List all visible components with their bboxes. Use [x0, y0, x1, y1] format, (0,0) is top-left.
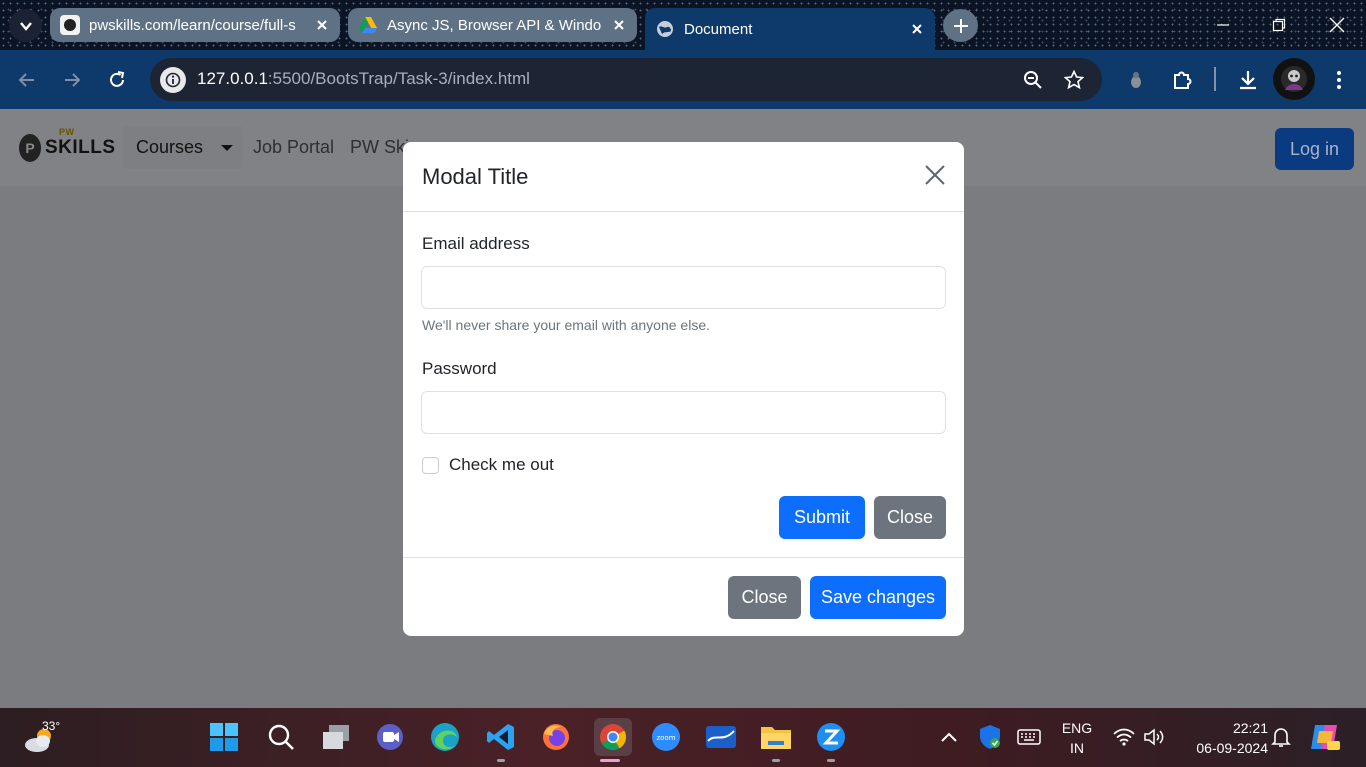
windows-start-icon[interactable]	[207, 720, 241, 754]
close-tab-icon[interactable]	[611, 17, 627, 33]
close-icon	[1329, 17, 1345, 33]
copilot-icon[interactable]	[1308, 720, 1342, 754]
extensions-puzzle-icon[interactable]	[1167, 65, 1197, 95]
edge-browser-icon[interactable]	[428, 720, 462, 754]
tab-search-button[interactable]	[9, 9, 42, 42]
search-icon[interactable]	[264, 720, 298, 754]
modal-footer-divider	[403, 557, 964, 558]
notification-bell-icon[interactable]	[1264, 720, 1298, 754]
modal-close-button[interactable]	[924, 164, 948, 188]
modal-header: Modal Title	[403, 142, 964, 212]
browser-tab-pwskills[interactable]: pwskills.com/learn/course/full-s	[50, 8, 340, 42]
toolbar-separator	[1214, 67, 1216, 91]
tab-title: pwskills.com/learn/course/full-s	[89, 16, 296, 34]
check-me-out-checkbox[interactable]	[422, 457, 439, 474]
reload-icon	[110, 71, 125, 87]
zoom-app-icon[interactable]: zoom	[649, 720, 683, 754]
more-vertical-icon	[1337, 71, 1341, 89]
close-window-button[interactable]	[1325, 13, 1349, 37]
form-close-button[interactable]: Close	[874, 496, 946, 539]
running-indicator	[497, 759, 505, 762]
site-info-icon[interactable]	[160, 67, 186, 93]
volume-icon[interactable]	[1137, 720, 1171, 754]
restore-window-button[interactable]	[1267, 13, 1291, 37]
zoom-icon[interactable]	[1021, 68, 1045, 92]
mail-icon[interactable]	[704, 720, 738, 754]
weather-temperature: 33°	[42, 719, 61, 733]
browser-tab-async-js[interactable]: Async JS, Browser API & Windo	[348, 8, 637, 42]
email-input[interactable]	[421, 266, 946, 309]
downloads-icon[interactable]	[1233, 65, 1263, 95]
browser-menu-button[interactable]	[1324, 65, 1354, 95]
running-indicator	[772, 759, 780, 762]
new-tab-button[interactable]	[943, 9, 978, 42]
browser-tab-strip: pwskills.com/learn/course/full-s Async J…	[0, 0, 1366, 50]
submit-button[interactable]: Submit	[779, 496, 865, 539]
password-input[interactable]	[421, 391, 946, 434]
running-indicator	[827, 759, 835, 762]
extension-icon[interactable]	[1121, 65, 1151, 95]
reload-button[interactable]	[102, 65, 132, 95]
chrome-icon[interactable]	[594, 718, 632, 756]
check-me-out-label[interactable]: Check me out	[449, 455, 554, 475]
firefox-icon[interactable]	[539, 720, 573, 754]
login-button[interactable]: Log in	[1275, 128, 1354, 170]
clock[interactable]: 22:21 06-09-2024	[1178, 718, 1268, 758]
pw-skills-logo[interactable]: P PW SKILLS	[19, 127, 116, 163]
arrow-left-icon	[18, 73, 34, 87]
file-explorer-icon[interactable]	[759, 720, 793, 754]
save-changes-button[interactable]: Save changes	[810, 576, 946, 619]
minimize-icon	[1217, 24, 1229, 26]
restore-icon	[1272, 18, 1286, 32]
forward-button[interactable]	[57, 65, 87, 95]
meet-icon[interactable]	[373, 720, 407, 754]
windows-taskbar: 33° zoom ENG IN 22:21 06-09-2024	[0, 708, 1366, 767]
close-icon	[925, 165, 945, 185]
pwskills-favicon-icon	[60, 15, 80, 35]
security-shield-icon[interactable]	[973, 720, 1007, 754]
vscode-icon[interactable]	[484, 720, 518, 754]
email-label: Email address	[422, 234, 530, 253]
google-drive-icon	[358, 15, 378, 35]
url-text: 127.0.0.1:5500/BootsTrap/Task-3/index.ht…	[197, 69, 530, 88]
chevron-up-icon[interactable]	[932, 720, 966, 754]
z-app-icon[interactable]	[814, 720, 848, 754]
wifi-icon[interactable]	[1107, 720, 1141, 754]
modal-title: Modal Title	[422, 164, 529, 189]
address-bar[interactable]: 127.0.0.1:5500/BootsTrap/Task-3/index.ht…	[150, 58, 1102, 101]
minimize-window-button[interactable]	[1211, 13, 1235, 37]
password-label: Password	[422, 359, 497, 378]
globe-icon	[655, 19, 675, 39]
task-view-icon[interactable]	[319, 720, 353, 754]
active-app-indicator	[600, 759, 620, 762]
tab-title: Document	[684, 20, 753, 38]
close-tab-icon[interactable]	[314, 17, 330, 33]
bookmark-star-icon[interactable]	[1062, 68, 1086, 92]
tab-title: Async JS, Browser API & Windo	[387, 16, 602, 34]
modal-dialog: Modal Title Email address We'll never sh…	[403, 142, 964, 636]
svg-text:zoom: zoom	[656, 734, 675, 742]
profile-avatar[interactable]	[1273, 58, 1315, 100]
pw-logo-icon: P	[19, 134, 41, 162]
browser-tab-document[interactable]: Document	[645, 8, 935, 50]
nav-link-job-portal[interactable]: Job Portal	[253, 137, 334, 158]
footer-close-button[interactable]: Close	[728, 576, 801, 619]
plus-icon	[953, 18, 968, 33]
chevron-down-icon	[19, 21, 32, 31]
keyboard-icon[interactable]	[1012, 720, 1046, 754]
nav-link-pw-skills[interactable]: PW Ski	[350, 137, 409, 158]
back-button[interactable]	[12, 65, 42, 95]
caret-down-icon	[221, 145, 233, 151]
avatar-icon	[1281, 66, 1307, 92]
email-help-text: We'll never share your email with anyone…	[422, 317, 710, 333]
courses-dropdown[interactable]: Courses	[123, 126, 243, 169]
language-indicator[interactable]: ENG IN	[1055, 718, 1099, 758]
arrow-right-icon	[65, 73, 81, 87]
close-tab-icon[interactable]	[909, 21, 925, 37]
